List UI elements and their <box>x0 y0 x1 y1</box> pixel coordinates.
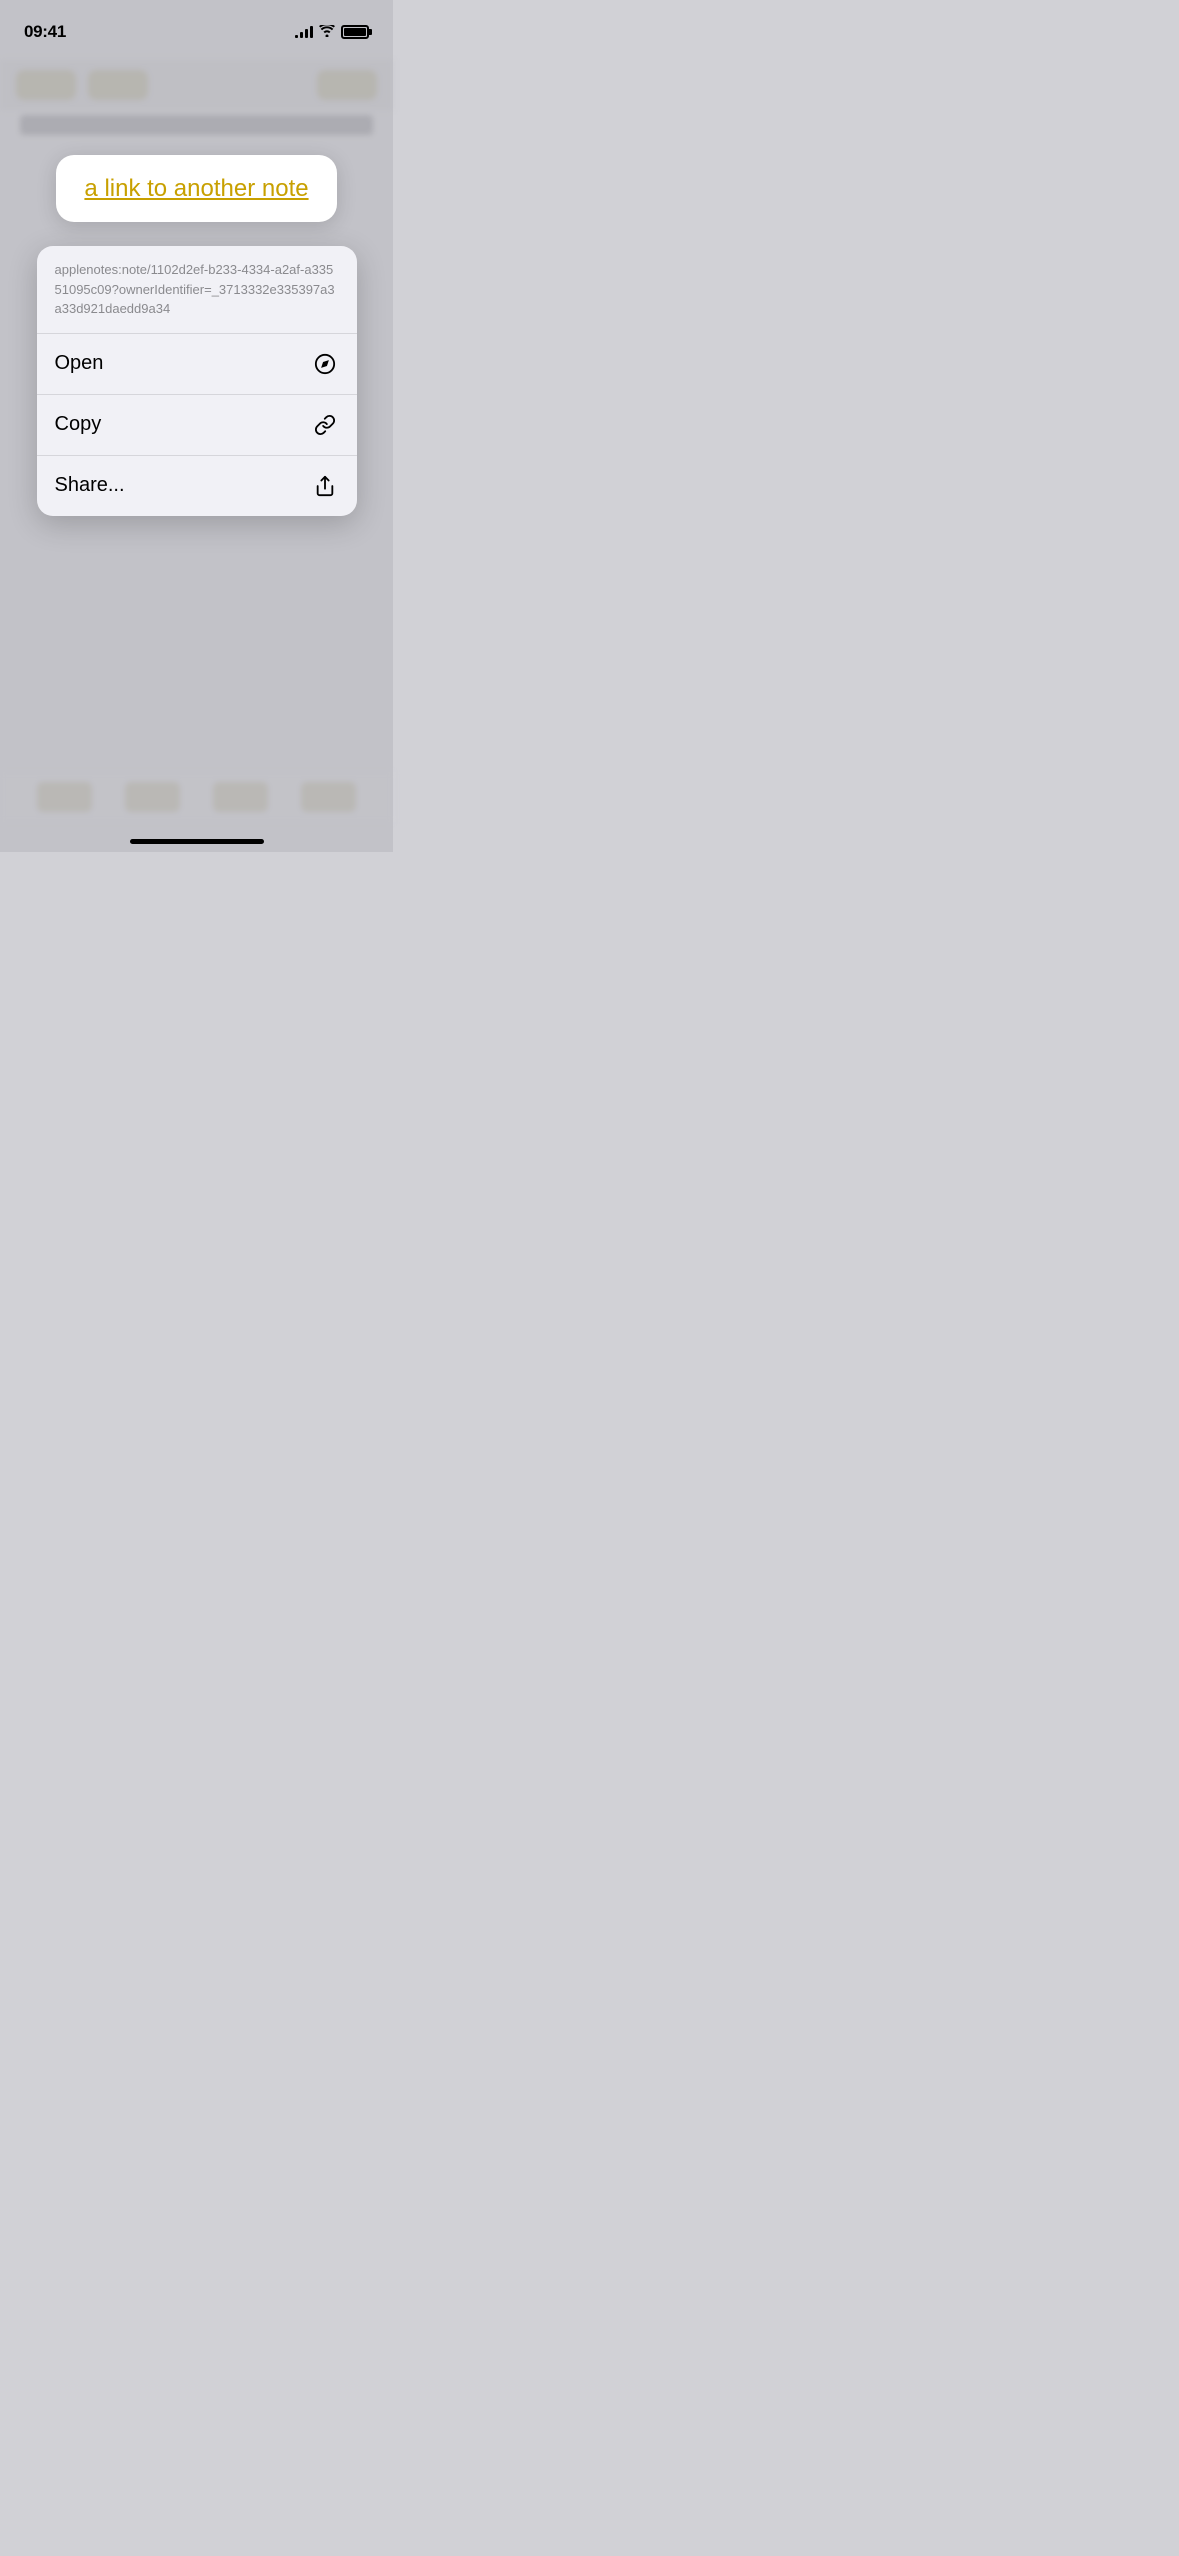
signal-bar-4 <box>310 26 313 38</box>
signal-icon <box>295 26 313 38</box>
menu-item-copy[interactable]: Copy <box>37 395 357 456</box>
link-bubble: a link to another note <box>56 155 336 222</box>
popup-container: a link to another note applenotes:note/1… <box>0 0 393 852</box>
context-menu: applenotes:note/1102d2ef-b233-4334-a2af-… <box>37 246 357 516</box>
wifi-icon <box>319 24 335 40</box>
menu-item-share[interactable]: Share... <box>37 456 357 516</box>
link-text: a link to another note <box>84 175 308 202</box>
status-icons <box>295 24 369 40</box>
open-label: Open <box>55 352 104 375</box>
home-indicator <box>130 839 264 844</box>
signal-bar-2 <box>300 32 303 38</box>
link-icon <box>311 411 339 439</box>
share-label: Share... <box>55 474 125 497</box>
battery-fill <box>344 28 366 36</box>
url-text: applenotes:note/1102d2ef-b233-4334-a2af-… <box>55 262 335 316</box>
signal-bar-3 <box>305 29 308 38</box>
signal-bar-1 <box>295 35 298 38</box>
battery-icon <box>341 25 369 39</box>
status-time: 09:41 <box>24 22 66 42</box>
url-section: applenotes:note/1102d2ef-b233-4334-a2af-… <box>37 246 357 334</box>
menu-item-open[interactable]: Open <box>37 334 357 395</box>
copy-label: Copy <box>55 413 102 436</box>
compass-icon <box>311 350 339 378</box>
share-icon <box>311 472 339 500</box>
